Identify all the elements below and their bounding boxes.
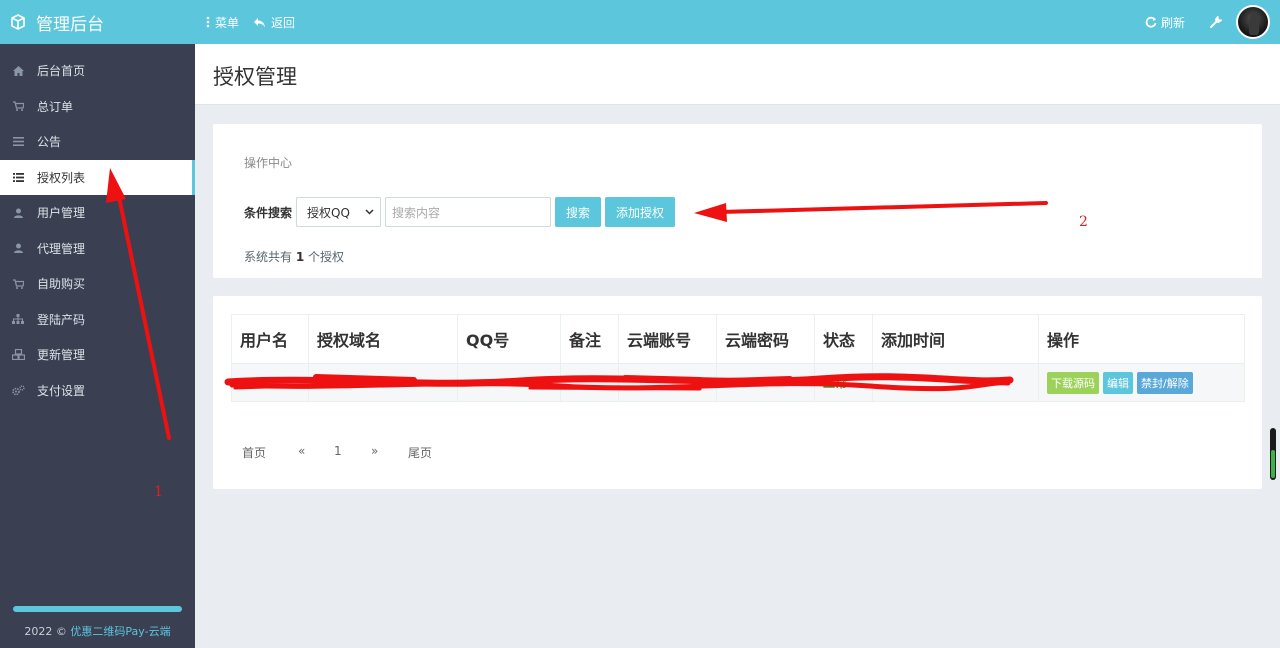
select-value: 授权QQ — [307, 205, 350, 220]
col-username: 用户名 — [231, 314, 309, 364]
status-badge: 正常 — [823, 376, 848, 390]
top-header: 管理后台 菜单 返回 刷新 — [0, 0, 1280, 44]
list-icon — [11, 135, 25, 149]
pagination: 首页 « 1 » 尾页 — [242, 444, 432, 461]
sidebar-item-updates[interactable]: 更新管理 — [0, 337, 195, 373]
sidebar-item-self-purchase[interactable]: 自助购买 — [0, 266, 195, 302]
menu-toggle-button[interactable]: 菜单 — [206, 14, 239, 31]
search-label: 条件搜索 — [244, 205, 293, 220]
page-header: 授权管理 — [195, 44, 1280, 105]
refresh-icon — [1145, 16, 1157, 28]
row-actions: 下载源码 编辑 禁封/解除 — [1047, 371, 1244, 394]
pager-next[interactable]: » — [371, 444, 408, 461]
cell-cloud-account — [618, 363, 717, 402]
back-label: 返回 — [271, 15, 296, 30]
panel-title: 操作中心 — [244, 156, 293, 170]
cell-cloud-password — [716, 363, 815, 402]
edit-button[interactable]: 编辑 — [1103, 371, 1133, 394]
sidebar-item-license-list[interactable]: 授权列表 — [0, 159, 195, 195]
pager-last[interactable]: 尾页 — [408, 444, 432, 461]
refresh-label: 刷新 — [1160, 15, 1185, 30]
download-source-button[interactable]: 下载源码 — [1047, 371, 1099, 394]
count-value: 1 — [295, 250, 305, 264]
sidebar-menu: 后台首页 总订单 公告 授权列表 用户管理 代理管理 自助购买 登陆产码 更新管… — [0, 53, 195, 408]
sidebar-item-agents[interactable]: 代理管理 — [0, 231, 195, 267]
reply-icon — [254, 17, 266, 27]
back-button[interactable]: 返回 — [253, 14, 295, 31]
col-actions: 操作 — [1038, 314, 1245, 364]
sidebar-item-payment-settings[interactable]: 支付设置 — [0, 373, 195, 409]
cell-add-time — [872, 363, 1039, 402]
pager-prev[interactable]: « — [298, 444, 334, 461]
license-count: 系统共有 1 个授权 — [244, 250, 345, 264]
sidebar-item-home[interactable]: 后台首页 — [0, 53, 195, 89]
chevron-down-icon — [365, 209, 374, 215]
wrench-icon — [1210, 15, 1222, 28]
search-placeholder: 搜索内容 — [392, 205, 441, 220]
sidebar-item-notice[interactable]: 公告 — [0, 124, 195, 160]
cubes-icon — [11, 348, 25, 362]
brand[interactable]: 管理后台 — [0, 0, 195, 44]
operation-panel: 操作中心 条件搜索 授权QQ 搜索内容 搜索 添加授权 系统共有 1 个授权 — [213, 124, 1262, 278]
search-button[interactable]: 搜索 — [555, 197, 602, 227]
col-qq: QQ号 — [457, 314, 561, 364]
menu-label: 菜单 — [215, 15, 240, 30]
pager-first[interactable]: 首页 — [242, 444, 298, 461]
search-type-select[interactable]: 授权QQ — [296, 197, 382, 227]
header-nav: 菜单 返回 — [206, 0, 295, 44]
col-add-time: 添加时间 — [872, 314, 1039, 364]
cell-domain — [308, 363, 458, 402]
table-row: 正常 下载源码 编辑 禁封/解除 — [231, 363, 1245, 402]
settings-button[interactable] — [1209, 15, 1222, 29]
license-table: 用户名 授权域名 QQ号 备注 云端账号 云端密码 状态 添加时间 操作 正常 — [231, 314, 1245, 402]
sitemap-icon — [11, 312, 25, 326]
col-cloud-password: 云端密码 — [716, 314, 815, 364]
sidebar-footer: 2022 © 优惠二维码Pay-云端 — [24, 625, 171, 638]
avatar[interactable] — [1236, 5, 1270, 39]
gears-icon — [11, 383, 25, 397]
table-header-row: 用户名 授权域名 QQ号 备注 云端账号 云端密码 状态 添加时间 操作 — [231, 314, 1245, 364]
ban-toggle-button[interactable]: 禁封/解除 — [1137, 371, 1193, 394]
col-status: 状态 — [814, 314, 873, 364]
user-icon — [11, 206, 25, 220]
search-input[interactable]: 搜索内容 — [385, 197, 552, 227]
sidebar-item-users[interactable]: 用户管理 — [0, 195, 195, 231]
cube-icon — [11, 14, 25, 30]
header-right: 刷新 — [1145, 0, 1270, 44]
col-cloud-account: 云端账号 — [618, 314, 717, 364]
cart-icon — [11, 277, 25, 291]
add-license-button[interactable]: 添加授权 — [605, 197, 676, 227]
brand-title: 管理后台 — [36, 14, 104, 35]
footer-link[interactable]: 优惠二维码Pay-云端 — [70, 625, 170, 638]
col-remark: 备注 — [560, 314, 619, 364]
search-form: 条件搜索 授权QQ 搜索内容 搜索 添加授权 — [244, 197, 679, 227]
sidebar-progress-bar — [13, 606, 182, 612]
col-domain: 授权域名 — [308, 314, 458, 364]
sidebar: 后台首页 总订单 公告 授权列表 用户管理 代理管理 自助购买 登陆产码 更新管… — [0, 44, 195, 648]
cell-remark — [560, 363, 619, 402]
list-icon — [11, 170, 25, 184]
home-icon — [11, 64, 25, 78]
cell-actions: 下载源码 编辑 禁封/解除 — [1038, 363, 1245, 402]
sidebar-item-orders[interactable]: 总订单 — [0, 89, 195, 125]
sidebar-item-login-code[interactable]: 登陆产码 — [0, 302, 195, 338]
license-table-panel: 用户名 授权域名 QQ号 备注 云端账号 云端密码 状态 添加时间 操作 正常 — [213, 296, 1262, 489]
cart-icon — [11, 99, 25, 113]
cell-status: 正常 — [814, 363, 873, 402]
cell-username — [231, 363, 309, 402]
page-title: 授权管理 — [213, 65, 297, 89]
annotation-label-2: 2 — [1079, 214, 1088, 230]
cell-qq — [457, 363, 561, 402]
user-icon — [11, 241, 25, 255]
refresh-button[interactable]: 刷新 — [1145, 14, 1185, 31]
scroll-indicator[interactable] — [1270, 428, 1276, 480]
pager-page-1[interactable]: 1 — [334, 444, 371, 461]
vertical-dots-icon — [206, 16, 210, 28]
annotation-label-1: 1 — [154, 484, 163, 500]
